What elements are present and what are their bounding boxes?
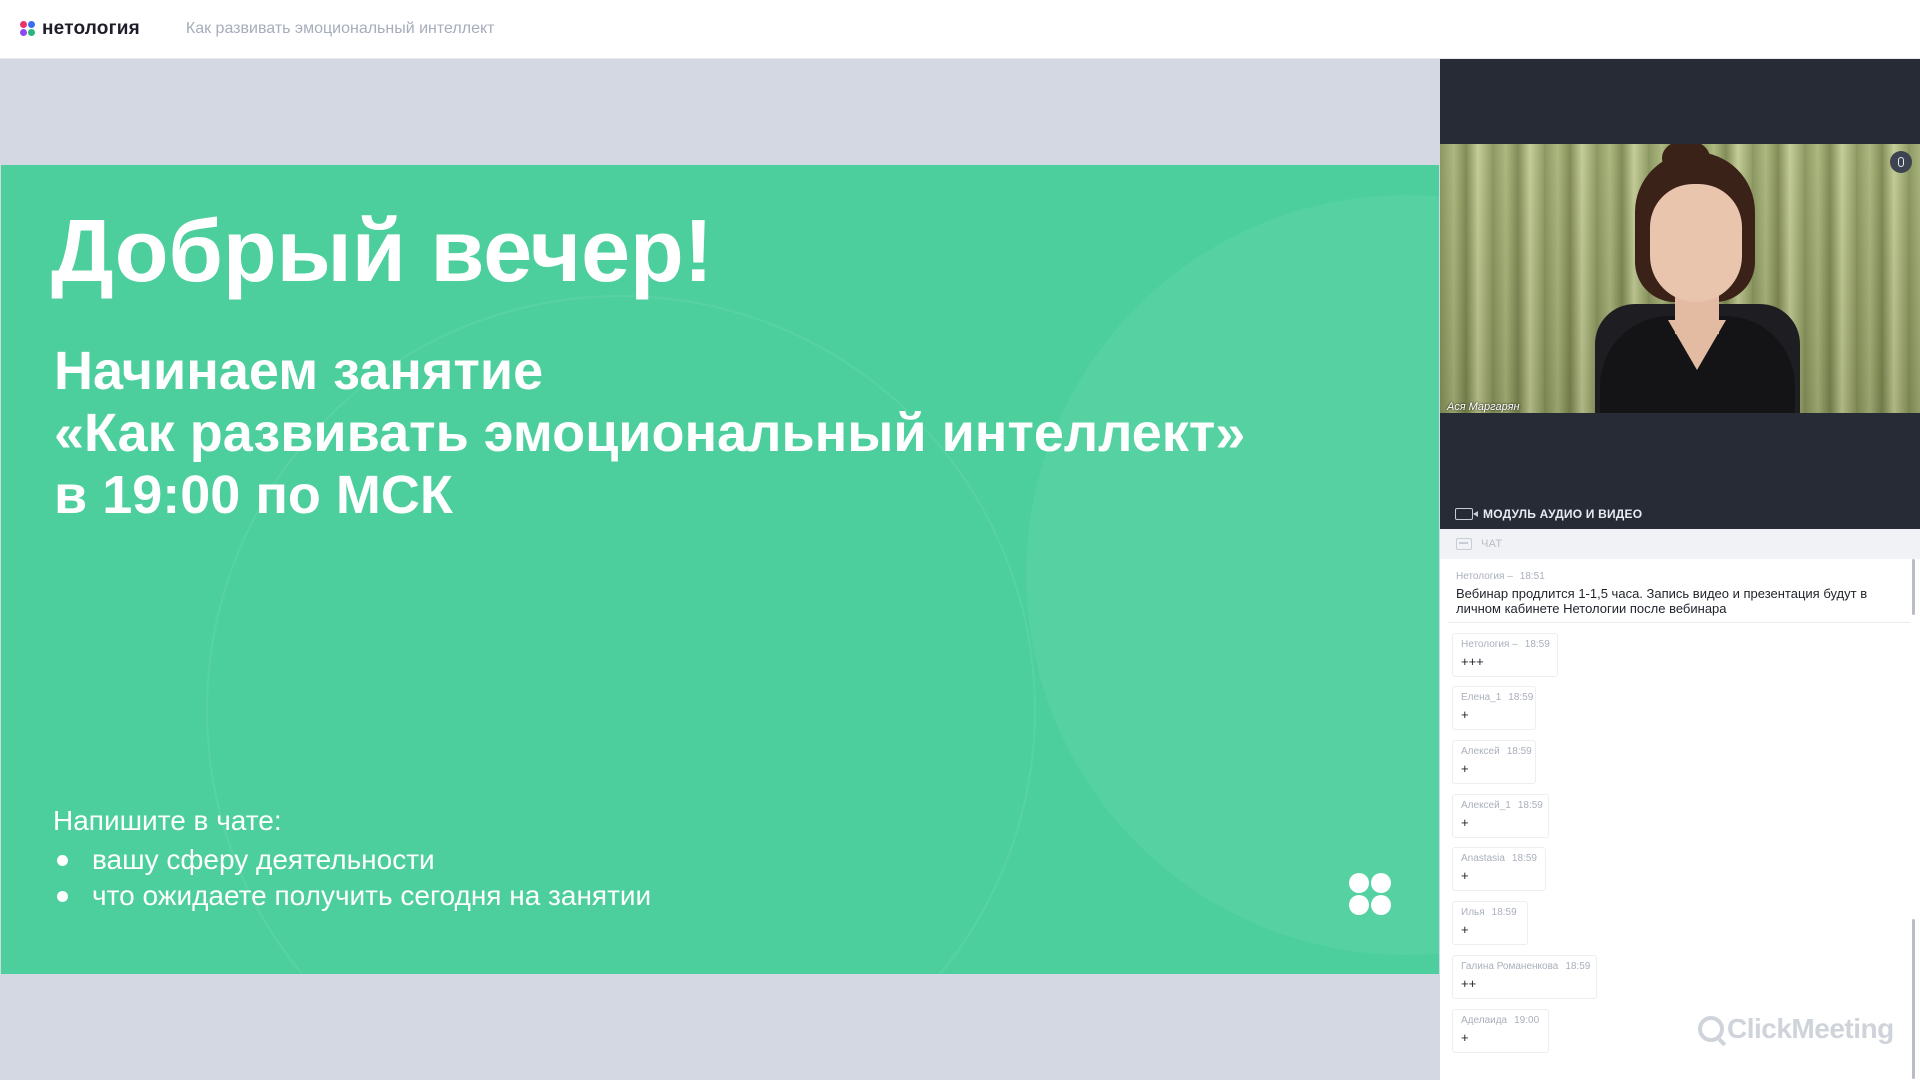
presentation-slide: Добрый вечер! Начинаем занятие «Как разв…	[1, 165, 1439, 974]
message-author: Елена_1	[1461, 692, 1502, 703]
chat-header[interactable]: ЧАТ	[1440, 529, 1920, 559]
message-time: 19:00	[1514, 1015, 1540, 1026]
message-time: 18:59	[1565, 961, 1591, 972]
presentation-stage: Добрый вечер! Начинаем занятие «Как разв…	[0, 59, 1440, 1080]
message-author: Anastasia	[1461, 853, 1505, 864]
brand-name: нетология	[42, 18, 140, 39]
message-text: +	[1461, 868, 1469, 883]
slide-line-2: «Как развивать эмоциональный интеллект»	[54, 403, 1246, 463]
chat-message: Елена_1 18:59 +	[1452, 686, 1536, 730]
chat-scroll-thumb-lower[interactable]	[1912, 919, 1915, 1079]
slide-greeting: Добрый вечер!	[51, 201, 714, 300]
watermark-text: ClickMeeting	[1727, 1013, 1894, 1044]
chat-message: Алексей_1 18:59 +	[1452, 794, 1549, 838]
message-text: +	[1461, 707, 1469, 722]
slide-line-3: в 19:00 по МСК	[54, 465, 453, 525]
chat-scroll-thumb[interactable]	[1912, 559, 1915, 615]
chat-message: Алексей 18:59 +	[1452, 740, 1536, 784]
chat-messages[interactable]: Нетология – 18:51 Вебинар продлится 1-1,5…	[1440, 559, 1912, 1080]
audio-video-label: МОДУЛЬ АУДИО И ВИДЕО	[1483, 507, 1643, 521]
decor-blob	[1026, 195, 1439, 955]
bullet-item: вашу сферу деятельности	[53, 842, 651, 878]
slide-logo-icon	[1349, 873, 1391, 915]
bullet-item: что ожидаете получить сегодня на занятии	[53, 878, 651, 914]
message-text: ++	[1461, 976, 1477, 991]
audio-video-bar[interactable]: МОДУЛЬ АУДИО И ВИДЕО	[1440, 499, 1920, 529]
slide-subtitle: Начинаем занятие «Как развивать эмоциона…	[54, 340, 1245, 526]
message-author: Аделаида	[1461, 1015, 1508, 1026]
speaker-figure	[1590, 144, 1800, 413]
webinar-title: Как развивать эмоциональный интеллект	[185, 20, 495, 37]
pinned-message: Нетология – 18:51 Вебинар продлится 1-1,5…	[1448, 565, 1910, 623]
chat-message: Галина Романенкова 18:59 ++	[1452, 955, 1597, 999]
message-text: +	[1461, 1030, 1469, 1045]
video-module: Ася Маргарян МОДУЛЬ АУДИО И ВИДЕО	[1440, 59, 1920, 529]
message-text: +	[1461, 761, 1469, 776]
message-time: 18:59	[1508, 692, 1534, 703]
message-text: +	[1461, 815, 1469, 830]
message-time: 18:59	[1517, 800, 1543, 811]
message-text: Вебинар продлится 1-1,5 часа. Запись вид…	[1456, 586, 1868, 616]
message-text: +	[1461, 922, 1469, 937]
camera-icon	[1455, 508, 1478, 520]
bullet-dot-icon	[57, 890, 68, 902]
message-author: Илья	[1461, 907, 1485, 918]
slide-line-1: Начинаем занятие	[54, 341, 544, 401]
message-author: Галина Романенкова	[1461, 961, 1559, 972]
message-author: Нетология –	[1456, 571, 1513, 582]
message-time: 18:59	[1506, 746, 1532, 757]
speaker-video[interactable]: Ася Маргарян	[1440, 144, 1920, 413]
clickmeeting-watermark: ClickMeeting	[1698, 1013, 1894, 1045]
message-author: Нетология –	[1461, 639, 1518, 650]
top-header: нетология Как развивать эмоциональный ин…	[0, 0, 1920, 59]
logo-icon	[20, 21, 36, 37]
chat-message: Илья 18:59 +	[1452, 901, 1528, 945]
chat-message: Нетология – 18:59 +++	[1452, 633, 1558, 677]
speaker-name: Ася Маргарян	[1447, 401, 1520, 413]
right-panel: Ася Маргарян МОДУЛЬ АУДИО И ВИДЕО ЧАТ Не…	[1440, 59, 1920, 1080]
bullet-dot-icon	[57, 854, 68, 866]
chat-message: Anastasia 18:59 +	[1452, 847, 1546, 891]
message-author: Алексей_1	[1461, 800, 1511, 811]
slide-prompt: Напишите в чате:	[53, 805, 282, 836]
message-text: +++	[1461, 654, 1484, 669]
chat-label: ЧАТ	[1481, 538, 1503, 550]
message-author: Алексей	[1461, 746, 1500, 757]
chat-message: Аделаида 19:00 +	[1452, 1009, 1549, 1053]
message-time: 18:59	[1491, 907, 1517, 918]
netology-logo[interactable]: нетология	[20, 18, 140, 40]
slide-bullets: вашу сферу деятельности что ожидаете пол…	[53, 842, 651, 914]
clickmeeting-logo-icon	[1698, 1016, 1724, 1042]
microphone-icon[interactable]	[1890, 151, 1912, 173]
message-time: 18:59	[1524, 639, 1550, 650]
message-time: 18:51	[1519, 571, 1545, 582]
message-time: 18:59	[1511, 853, 1537, 864]
chat-icon	[1456, 538, 1472, 550]
